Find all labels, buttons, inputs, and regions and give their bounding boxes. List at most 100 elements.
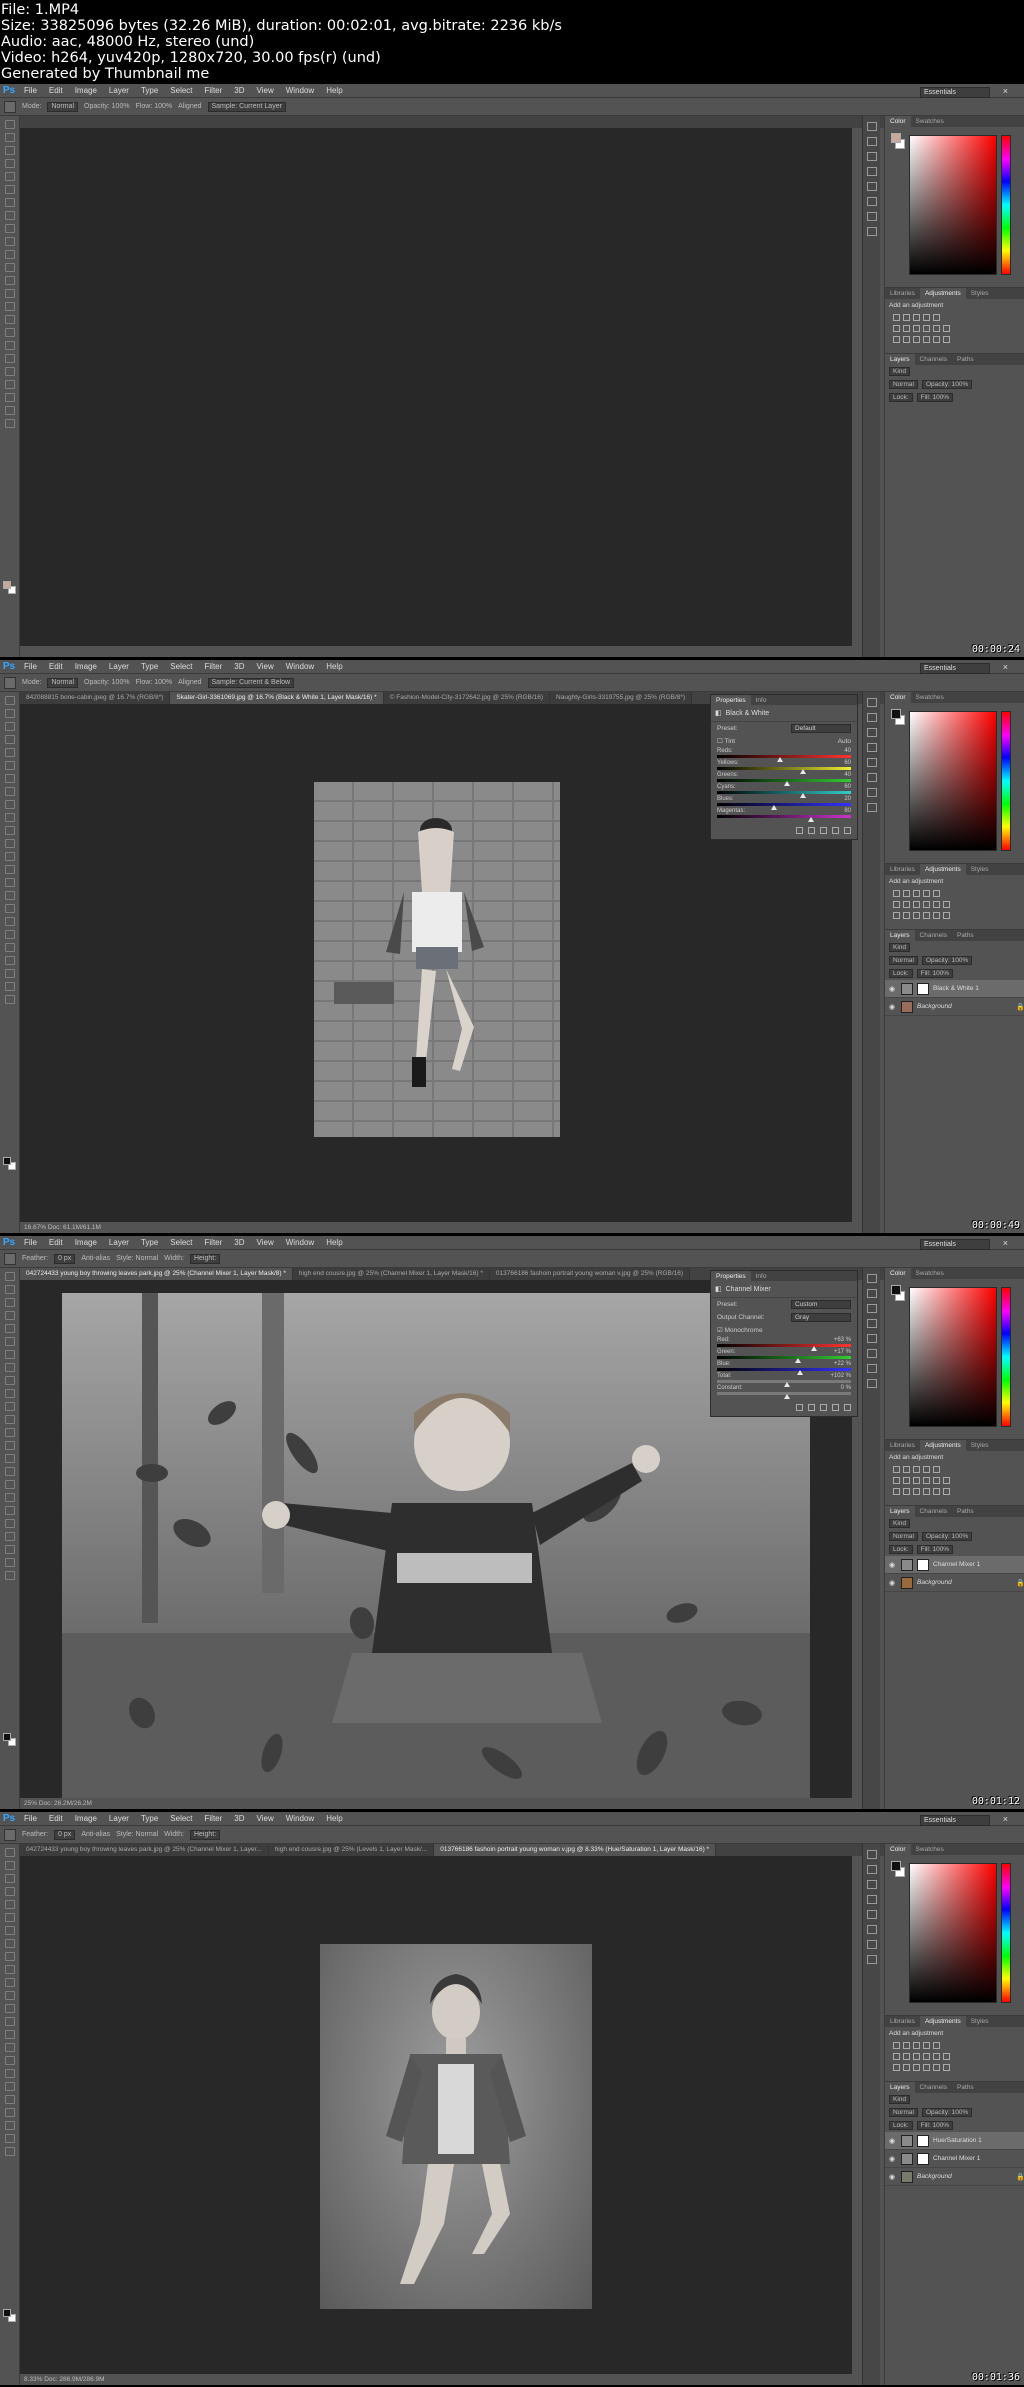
layers-tab[interactable]: Layers (885, 930, 915, 941)
adjustment-icon[interactable] (933, 912, 940, 919)
tool-icon[interactable] (4, 302, 15, 311)
layer-mask-thumbnail[interactable] (917, 982, 929, 995)
visibility-icon[interactable] (832, 1404, 839, 1411)
adjustment-slider[interactable]: Green: +17 % (711, 1348, 857, 1363)
slider-thumb[interactable] (777, 757, 784, 762)
slider-track[interactable] (717, 1344, 851, 1351)
slider-value[interactable]: +102 % (830, 1373, 851, 1379)
layer-name[interactable]: Background (917, 2173, 1012, 2180)
menu-item-3d[interactable]: 3D (228, 1814, 250, 1823)
panel-dock-icon[interactable] (866, 167, 877, 176)
preset-select[interactable]: Default (791, 724, 851, 733)
slider-track[interactable] (717, 779, 851, 786)
adjustment-slider[interactable]: Blue: +22 % (711, 1360, 857, 1375)
adjustment-icon[interactable] (933, 1466, 940, 1473)
option-opacity[interactable]: Opacity: 100% (84, 103, 130, 110)
reset-icon[interactable] (820, 827, 827, 834)
visibility-eye-icon[interactable]: ◉ (889, 1579, 897, 1587)
adjustment-icon[interactable] (923, 912, 930, 919)
tool-icon[interactable] (4, 2134, 15, 2143)
panel-dock-icon[interactable] (866, 1349, 877, 1358)
adjustment-icon[interactable] (903, 1488, 910, 1495)
menu-item-edit[interactable]: Edit (43, 1814, 69, 1823)
visibility-eye-icon[interactable]: ◉ (889, 1003, 897, 1011)
layers-tab[interactable]: Paths (952, 930, 979, 941)
layers-tab[interactable]: Paths (952, 2082, 979, 2093)
panel-dock-icon[interactable] (866, 1379, 877, 1388)
adjustment-icon[interactable] (943, 1477, 950, 1484)
clip-icon[interactable] (796, 1404, 803, 1411)
tool-icon[interactable] (4, 1350, 15, 1359)
layer-row[interactable]: ◉ Black & White 1 (885, 980, 1024, 998)
adjustment-icon[interactable] (913, 336, 920, 343)
option-sample-select[interactable]: Height: (189, 1253, 221, 1264)
adjustment-icon[interactable] (893, 1466, 900, 1473)
layers-tab[interactable]: Channels (915, 354, 952, 365)
panel-dock-icon[interactable] (866, 1364, 877, 1373)
hue-slider[interactable] (1001, 1287, 1011, 1427)
visibility-eye-icon[interactable]: ◉ (889, 2137, 897, 2145)
menu-item-window[interactable]: Window (280, 86, 320, 95)
document-canvas[interactable] (20, 128, 852, 646)
tool-icon[interactable] (4, 1965, 15, 1974)
foreground-color-swatch[interactable] (3, 1157, 11, 1165)
slider-thumb[interactable] (784, 781, 790, 786)
menu-item-filter[interactable]: Filter (199, 86, 229, 95)
tool-icon[interactable] (4, 276, 15, 285)
view-previous-icon[interactable] (808, 827, 815, 834)
adjustment-icon[interactable] (893, 1488, 900, 1495)
menu-item-edit[interactable]: Edit (43, 1238, 69, 1247)
adjustment-slider[interactable]: Yellows: 60 (711, 759, 857, 774)
layer-kind-select[interactable]: Kind (889, 943, 911, 952)
tool-icon[interactable] (4, 2108, 15, 2117)
blend-mode-select[interactable]: Normal (889, 1532, 918, 1541)
panel-dock-icon[interactable] (866, 773, 877, 782)
color-field[interactable] (909, 1863, 997, 2003)
tool-icon[interactable] (4, 1324, 15, 1333)
menu-item-layer[interactable]: Layer (103, 86, 135, 95)
panel-dock-icon[interactable] (866, 1880, 877, 1889)
adjustment-icon[interactable] (933, 314, 940, 321)
option-opacity[interactable]: Opacity: 100% (84, 679, 130, 686)
adjustments-tab[interactable]: Adjustments (919, 2016, 966, 2027)
menu-item-view[interactable]: View (251, 1814, 280, 1823)
panel-dock-icon[interactable] (866, 698, 877, 707)
document-tab[interactable]: Naughty-Girls-3319755.jpg @ 25% (RGB/8*) (550, 692, 693, 704)
adjustment-icon[interactable] (943, 336, 950, 343)
menu-item-edit[interactable]: Edit (43, 662, 69, 671)
tool-icon[interactable] (4, 198, 15, 207)
slider-track[interactable] (717, 767, 851, 774)
layer-name[interactable]: Background (917, 1579, 1012, 1586)
menu-item-layer[interactable]: Layer (103, 662, 135, 671)
color-fg-swatch[interactable] (891, 709, 901, 719)
menu-item-file[interactable]: File (18, 1814, 43, 1823)
option-sample-select[interactable]: Sample: Current & Below (207, 677, 295, 688)
option-sample-select[interactable]: Sample: Current Layer (207, 101, 286, 112)
tool-icon[interactable] (4, 1519, 15, 1528)
panel-dock-icon[interactable] (866, 1895, 877, 1904)
menu-item-view[interactable]: View (251, 662, 280, 671)
adjustment-icon[interactable] (913, 1477, 920, 1484)
properties-tab[interactable]: Info (751, 695, 772, 705)
layer-mask-thumbnail[interactable] (917, 1558, 929, 1571)
opacity-field[interactable]: Opacity: 100% (921, 1532, 973, 1541)
tool-icon[interactable] (4, 709, 15, 718)
adjustment-icon[interactable] (933, 1477, 940, 1484)
tool-icon[interactable] (4, 1441, 15, 1450)
tool-icon[interactable] (4, 367, 15, 376)
slider-value[interactable]: 60 (844, 784, 851, 790)
option-aligned[interactable]: Width: (164, 1255, 184, 1262)
tool-icon[interactable] (4, 917, 15, 926)
tool-icon[interactable] (4, 1558, 15, 1567)
panel-dock-icon[interactable] (866, 1925, 877, 1934)
tool-preset-icon[interactable] (4, 676, 16, 689)
adjustment-icon[interactable] (893, 890, 900, 897)
layer-name[interactable]: Background (917, 1003, 1012, 1010)
document-tab[interactable]: 042724433 young boy throwing leaves park… (20, 1268, 293, 1280)
panel-dock-icon[interactable] (866, 1319, 877, 1328)
layer-name[interactable]: Hue/Saturation 1 (933, 2137, 1024, 2144)
option-flow[interactable]: Style: Normal (116, 1831, 158, 1838)
option-flow[interactable]: Flow: 100% (136, 679, 173, 686)
tool-icon[interactable] (4, 839, 15, 848)
option-mode-select[interactable]: 0 px (54, 1253, 76, 1264)
